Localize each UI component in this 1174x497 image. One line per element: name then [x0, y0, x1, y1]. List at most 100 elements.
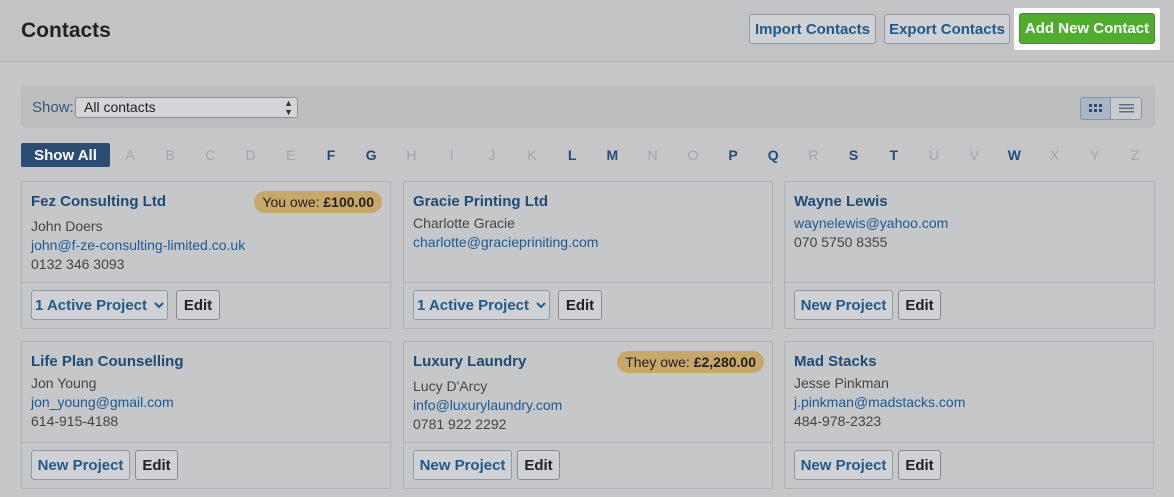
balance-amount: £2,280.00 [693, 354, 756, 370]
contact-name-link[interactable]: Wayne Lewis [794, 193, 888, 210]
balance-label: You owe: [262, 194, 320, 210]
contact-phone: 0781 922 2292 [413, 416, 507, 432]
contact-name-link[interactable]: Gracie Printing Ltd [413, 193, 548, 210]
new-project-button[interactable]: New Project [413, 450, 512, 480]
add-new-contact-button[interactable]: Add New Contact [1019, 13, 1155, 44]
chevron-down-icon [536, 301, 546, 308]
contact-person: Jesse Pinkman [794, 375, 889, 391]
active-project-label: 1 Active Project [417, 296, 529, 314]
edit-contact-button[interactable]: Edit [517, 450, 560, 480]
edit-contact-button[interactable]: Edit [135, 450, 178, 480]
grid-icon [1089, 104, 1102, 112]
new-project-button[interactable]: New Project [794, 450, 893, 480]
letter-filter-g[interactable]: G [361, 147, 381, 163]
letter-filter-r: R [808, 147, 819, 163]
balance-label: They owe: [625, 354, 690, 370]
active-project-dropdown[interactable]: 1 Active Project [413, 290, 550, 320]
contact-name-link[interactable]: Fez Consulting Ltd [31, 193, 166, 210]
page-header: Contacts Import Contacts Export Contacts… [0, 0, 1174, 62]
show-all-button[interactable]: Show All [21, 143, 110, 167]
show-label: Show: [32, 99, 74, 116]
edit-contact-button[interactable]: Edit [558, 290, 602, 320]
balance-amount: £100.00 [323, 194, 374, 210]
contact-email-link[interactable]: john@f-ze-consulting-limited.co.uk [31, 237, 245, 253]
letter-filter-t[interactable]: T [884, 147, 904, 163]
alphabet-filter: Show All A B C D E F G H I J K L M N O P Q R S T U V W X Y Z [21, 143, 1155, 167]
contact-card: Luxury Laundry They owe: £2,280.00 Lucy D'… [403, 341, 773, 489]
chevron-down-icon [154, 301, 164, 308]
contact-email-link[interactable]: waynelewis@yahoo.com [794, 215, 948, 231]
contact-email-link[interactable]: info@luxurylaundry.com [413, 397, 562, 413]
edit-contact-button[interactable]: Edit [898, 290, 941, 320]
select-arrows-icon: ▲ ▼ [284, 98, 293, 117]
active-project-dropdown[interactable]: 1 Active Project [31, 290, 168, 320]
card-divider [404, 442, 772, 443]
grid-view-button[interactable] [1080, 97, 1111, 120]
letter-filter-j: J [488, 147, 496, 163]
card-divider [22, 282, 390, 283]
list-icon [1118, 104, 1134, 113]
balance-badge: You owe: £100.00 [254, 191, 382, 213]
card-divider [785, 442, 1153, 443]
show-filter-select[interactable]: All contacts ▲ ▼ [75, 97, 298, 118]
show-filter-value: All contacts [84, 99, 156, 115]
contact-card: Mad Stacks Jesse Pinkman j.pinkman@madstac… [784, 341, 1154, 489]
letter-filter-z: Z [1130, 147, 1140, 163]
balance-badge: They owe: £2,280.00 [617, 351, 764, 373]
letter-filter-x: X [1049, 147, 1060, 163]
list-view-button[interactable] [1111, 97, 1142, 120]
contact-email-link[interactable]: jon_young@gmail.com [31, 394, 174, 410]
contact-phone: 0132 346 3093 [31, 256, 125, 272]
letter-filter-s[interactable]: S [844, 147, 864, 163]
letter-filter-k: K [527, 147, 537, 163]
contact-card: Gracie Printing Ltd Charlotte Gracie charl… [403, 181, 773, 329]
letter-filter-v: V [969, 147, 979, 163]
letter-filter-n: N [647, 147, 658, 163]
letter-filter-h: H [406, 147, 417, 163]
letter-filter-l[interactable]: L [562, 147, 582, 163]
contact-email-link[interactable]: charlotte@graciepriniting.com [413, 234, 598, 250]
letter-filter-m[interactable]: M [602, 147, 622, 163]
new-project-button[interactable]: New Project [794, 290, 893, 320]
letter-filter-f[interactable]: F [321, 147, 341, 163]
contact-email-link[interactable]: j.pinkman@madstacks.com [794, 394, 965, 410]
contact-name-link[interactable]: Mad Stacks [794, 353, 877, 370]
add-contact-highlight: Add New Contact [1014, 8, 1160, 50]
card-divider [785, 282, 1153, 283]
contact-person: Jon Young [31, 375, 97, 391]
contact-phone: 070 5750 8355 [794, 234, 888, 250]
letter-filter-d: D [245, 147, 256, 163]
import-contacts-button[interactable]: Import Contacts [749, 14, 876, 44]
contact-person: John Doers [31, 218, 103, 234]
edit-contact-button[interactable]: Edit [898, 450, 941, 480]
letter-filter-o: O [687, 147, 699, 163]
filter-bar: Show: All contacts ▲ ▼ [21, 86, 1155, 128]
contact-name-link[interactable]: Luxury Laundry [413, 353, 526, 370]
letter-filter-c: C [205, 147, 216, 163]
card-divider [404, 282, 772, 283]
view-toggle [1080, 97, 1143, 120]
letter-filter-w[interactable]: W [1004, 147, 1024, 163]
card-divider [22, 442, 390, 443]
letter-filter-a: A [125, 147, 135, 163]
letter-filter-y: Y [1090, 147, 1100, 163]
contact-card: Life Plan Counselling Jon Young jon_young@… [21, 341, 391, 489]
export-contacts-button[interactable]: Export Contacts [884, 14, 1010, 44]
letter-filter-e: E [286, 147, 296, 163]
letter-filter-p[interactable]: P [723, 147, 743, 163]
contact-person: Charlotte Gracie [413, 215, 515, 231]
letter-filter-b: B [165, 147, 175, 163]
new-project-button[interactable]: New Project [31, 450, 130, 480]
contact-card: Fez Consulting Ltd You owe: £100.00 John D… [21, 181, 391, 329]
contact-name-link[interactable]: Life Plan Counselling [31, 353, 184, 370]
contact-phone: 484-978-2323 [794, 413, 882, 429]
letter-filter-i: I [449, 147, 454, 163]
contact-person: Lucy D'Arcy [413, 378, 488, 394]
contact-phone: 614-915-4188 [31, 413, 119, 429]
letter-filter-u: U [928, 147, 940, 163]
letter-filter-q[interactable]: Q [763, 147, 783, 163]
edit-contact-button[interactable]: Edit [176, 290, 220, 320]
page-title: Contacts [21, 19, 111, 42]
active-project-label: 1 Active Project [35, 296, 147, 314]
contact-card: Wayne Lewis waynelewis@yahoo.com 070 5750 … [784, 181, 1155, 329]
